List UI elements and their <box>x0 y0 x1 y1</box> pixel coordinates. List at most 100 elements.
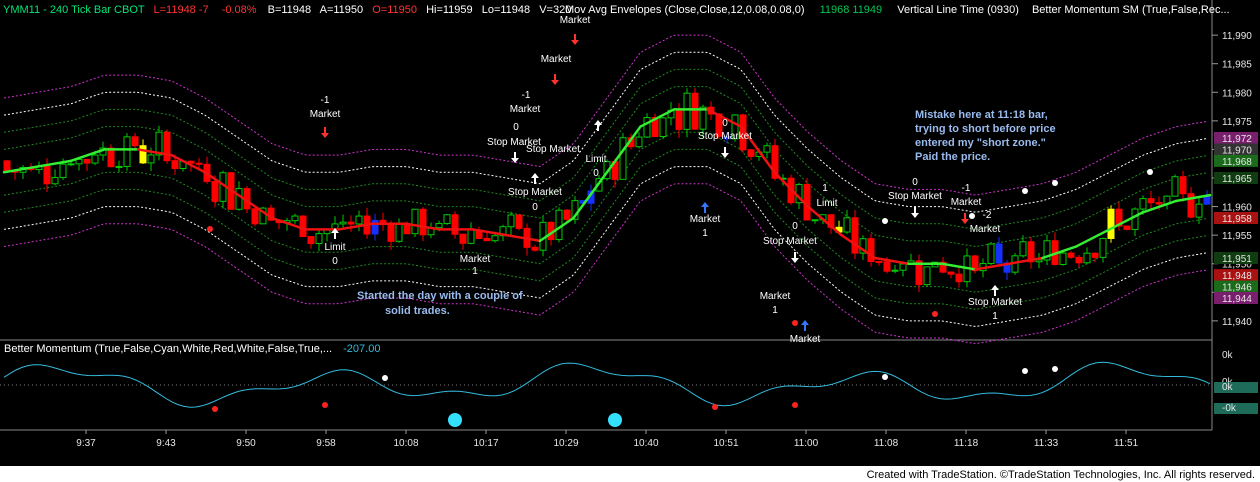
candle-body <box>419 208 427 236</box>
trade-label: Limit <box>585 154 606 165</box>
subpanel-value: -207.00 <box>343 343 380 355</box>
note-start-line-1: Started the day with a couple of <box>357 290 523 302</box>
trade-label: -1 <box>321 95 330 106</box>
candle-body <box>691 92 699 130</box>
candle-body <box>483 237 491 242</box>
trade-label: 0 <box>513 122 519 133</box>
price-tick-label: 11,975 <box>1222 117 1252 128</box>
note-mistake-line-4: Paid the price. <box>915 151 990 163</box>
candle-body <box>1107 208 1115 239</box>
time-tick-label: 10:51 <box>713 438 738 449</box>
candle-body <box>443 214 451 225</box>
time-tick-label: 11:18 <box>954 438 979 449</box>
candle-body <box>91 154 99 164</box>
trade-label: 0 <box>912 177 918 188</box>
trade-label: Limit <box>324 242 345 253</box>
candle-body <box>1067 252 1075 258</box>
candle-body <box>1091 252 1099 258</box>
candle-body <box>307 236 315 245</box>
candle-body <box>291 215 299 222</box>
candle-body <box>195 162 203 165</box>
trade-label: 1 <box>822 183 828 194</box>
trade-label: Stop Market <box>968 297 1022 308</box>
candle-body <box>515 214 523 229</box>
price-marker-label: 11,968 <box>1222 157 1252 168</box>
price-tick-label: 11,980 <box>1222 88 1252 99</box>
price-tick-label: 11,990 <box>1222 31 1252 42</box>
candle-body <box>107 147 115 168</box>
candle-body <box>843 217 851 233</box>
chart-background <box>0 0 1260 482</box>
momentum-marker <box>212 406 218 412</box>
candle-body <box>51 177 59 185</box>
momentum-axis-box <box>1214 403 1258 414</box>
trade-label: 0 <box>532 202 538 213</box>
header-vertical-line-study: Vertical Line Time (0930) <box>897 4 1019 16</box>
candle-body <box>435 223 443 229</box>
candle-body <box>451 214 459 235</box>
time-tick-label: 11:33 <box>1034 438 1059 449</box>
candle-body <box>891 269 899 272</box>
momentum-axis-label: -0k <box>1222 403 1237 414</box>
header-momentum-sm-study: Better Momentum SM (True,False,Rec... <box>1032 4 1230 16</box>
candle-body <box>387 224 395 242</box>
candle-body <box>131 136 139 147</box>
swing-marker <box>932 311 938 317</box>
price-marker-label: 11,958 <box>1222 214 1252 225</box>
candle-body <box>923 266 931 286</box>
candle-body <box>115 165 123 168</box>
momentum-marker <box>1022 368 1028 374</box>
subpanel-header: Better Momentum (True,False,Cyan,White,R… <box>4 343 380 355</box>
trade-label: Market <box>560 15 591 26</box>
candle-body <box>1035 259 1043 263</box>
momentum-marker <box>448 413 462 427</box>
candle-body <box>1179 176 1187 195</box>
swing-marker <box>1147 169 1153 175</box>
header-ask: A=11950 <box>320 4 364 16</box>
price-marker-label: 11,970 <box>1222 145 1252 156</box>
candle-body <box>643 117 651 138</box>
candle-body <box>371 219 379 235</box>
candle-body <box>987 243 995 265</box>
swing-marker <box>792 320 798 326</box>
trade-label: Market <box>951 197 982 208</box>
momentum-marker <box>322 402 328 408</box>
momentum-marker <box>382 375 388 381</box>
trade-label: 0 <box>722 118 728 129</box>
time-tick-label: 11:08 <box>874 438 899 449</box>
candle-body <box>299 215 307 238</box>
candle-body <box>659 117 667 138</box>
candle-body <box>467 229 475 244</box>
trade-label: Stop Market <box>698 131 752 142</box>
candle-body <box>1019 241 1027 257</box>
candle-body <box>563 209 571 220</box>
candle-body <box>347 221 355 225</box>
candle-body <box>3 160 11 172</box>
trade-label: 1 <box>992 311 998 322</box>
candle-body <box>955 273 963 283</box>
footer-credit: Created with TradeStation. ©TradeStation… <box>867 469 1255 481</box>
momentum-axis-box <box>1214 382 1258 393</box>
candle-body <box>395 223 403 242</box>
candle-body <box>139 145 147 164</box>
header-bid: B=11948 <box>268 4 312 16</box>
candle-body <box>507 214 515 228</box>
trade-label: 0 <box>332 256 338 267</box>
candle-body <box>1131 208 1139 230</box>
header-high: Hi=11959 <box>426 4 473 16</box>
trade-label: Stop Market <box>763 236 817 247</box>
candle-body <box>851 217 859 254</box>
candle-body <box>491 235 499 242</box>
trade-label: Limit <box>816 198 837 209</box>
price-tick-label: 11,940 <box>1222 317 1252 328</box>
chart-canvas[interactable]: 11,99011,98511,98011,97511,97011,96511,9… <box>0 0 1260 482</box>
candle-body <box>619 137 627 180</box>
time-tick-label: 11:51 <box>1114 438 1139 449</box>
note-mistake-line-2: trying to short before price <box>915 123 1056 135</box>
header-symbol: YMM11 - 240 Tick Bar CBOT <box>3 4 145 16</box>
candle-body <box>763 145 771 153</box>
candle-body <box>1099 237 1107 258</box>
trade-label: -1 <box>962 183 971 194</box>
time-tick-label: 9:43 <box>156 438 176 449</box>
candle-body <box>171 160 179 170</box>
